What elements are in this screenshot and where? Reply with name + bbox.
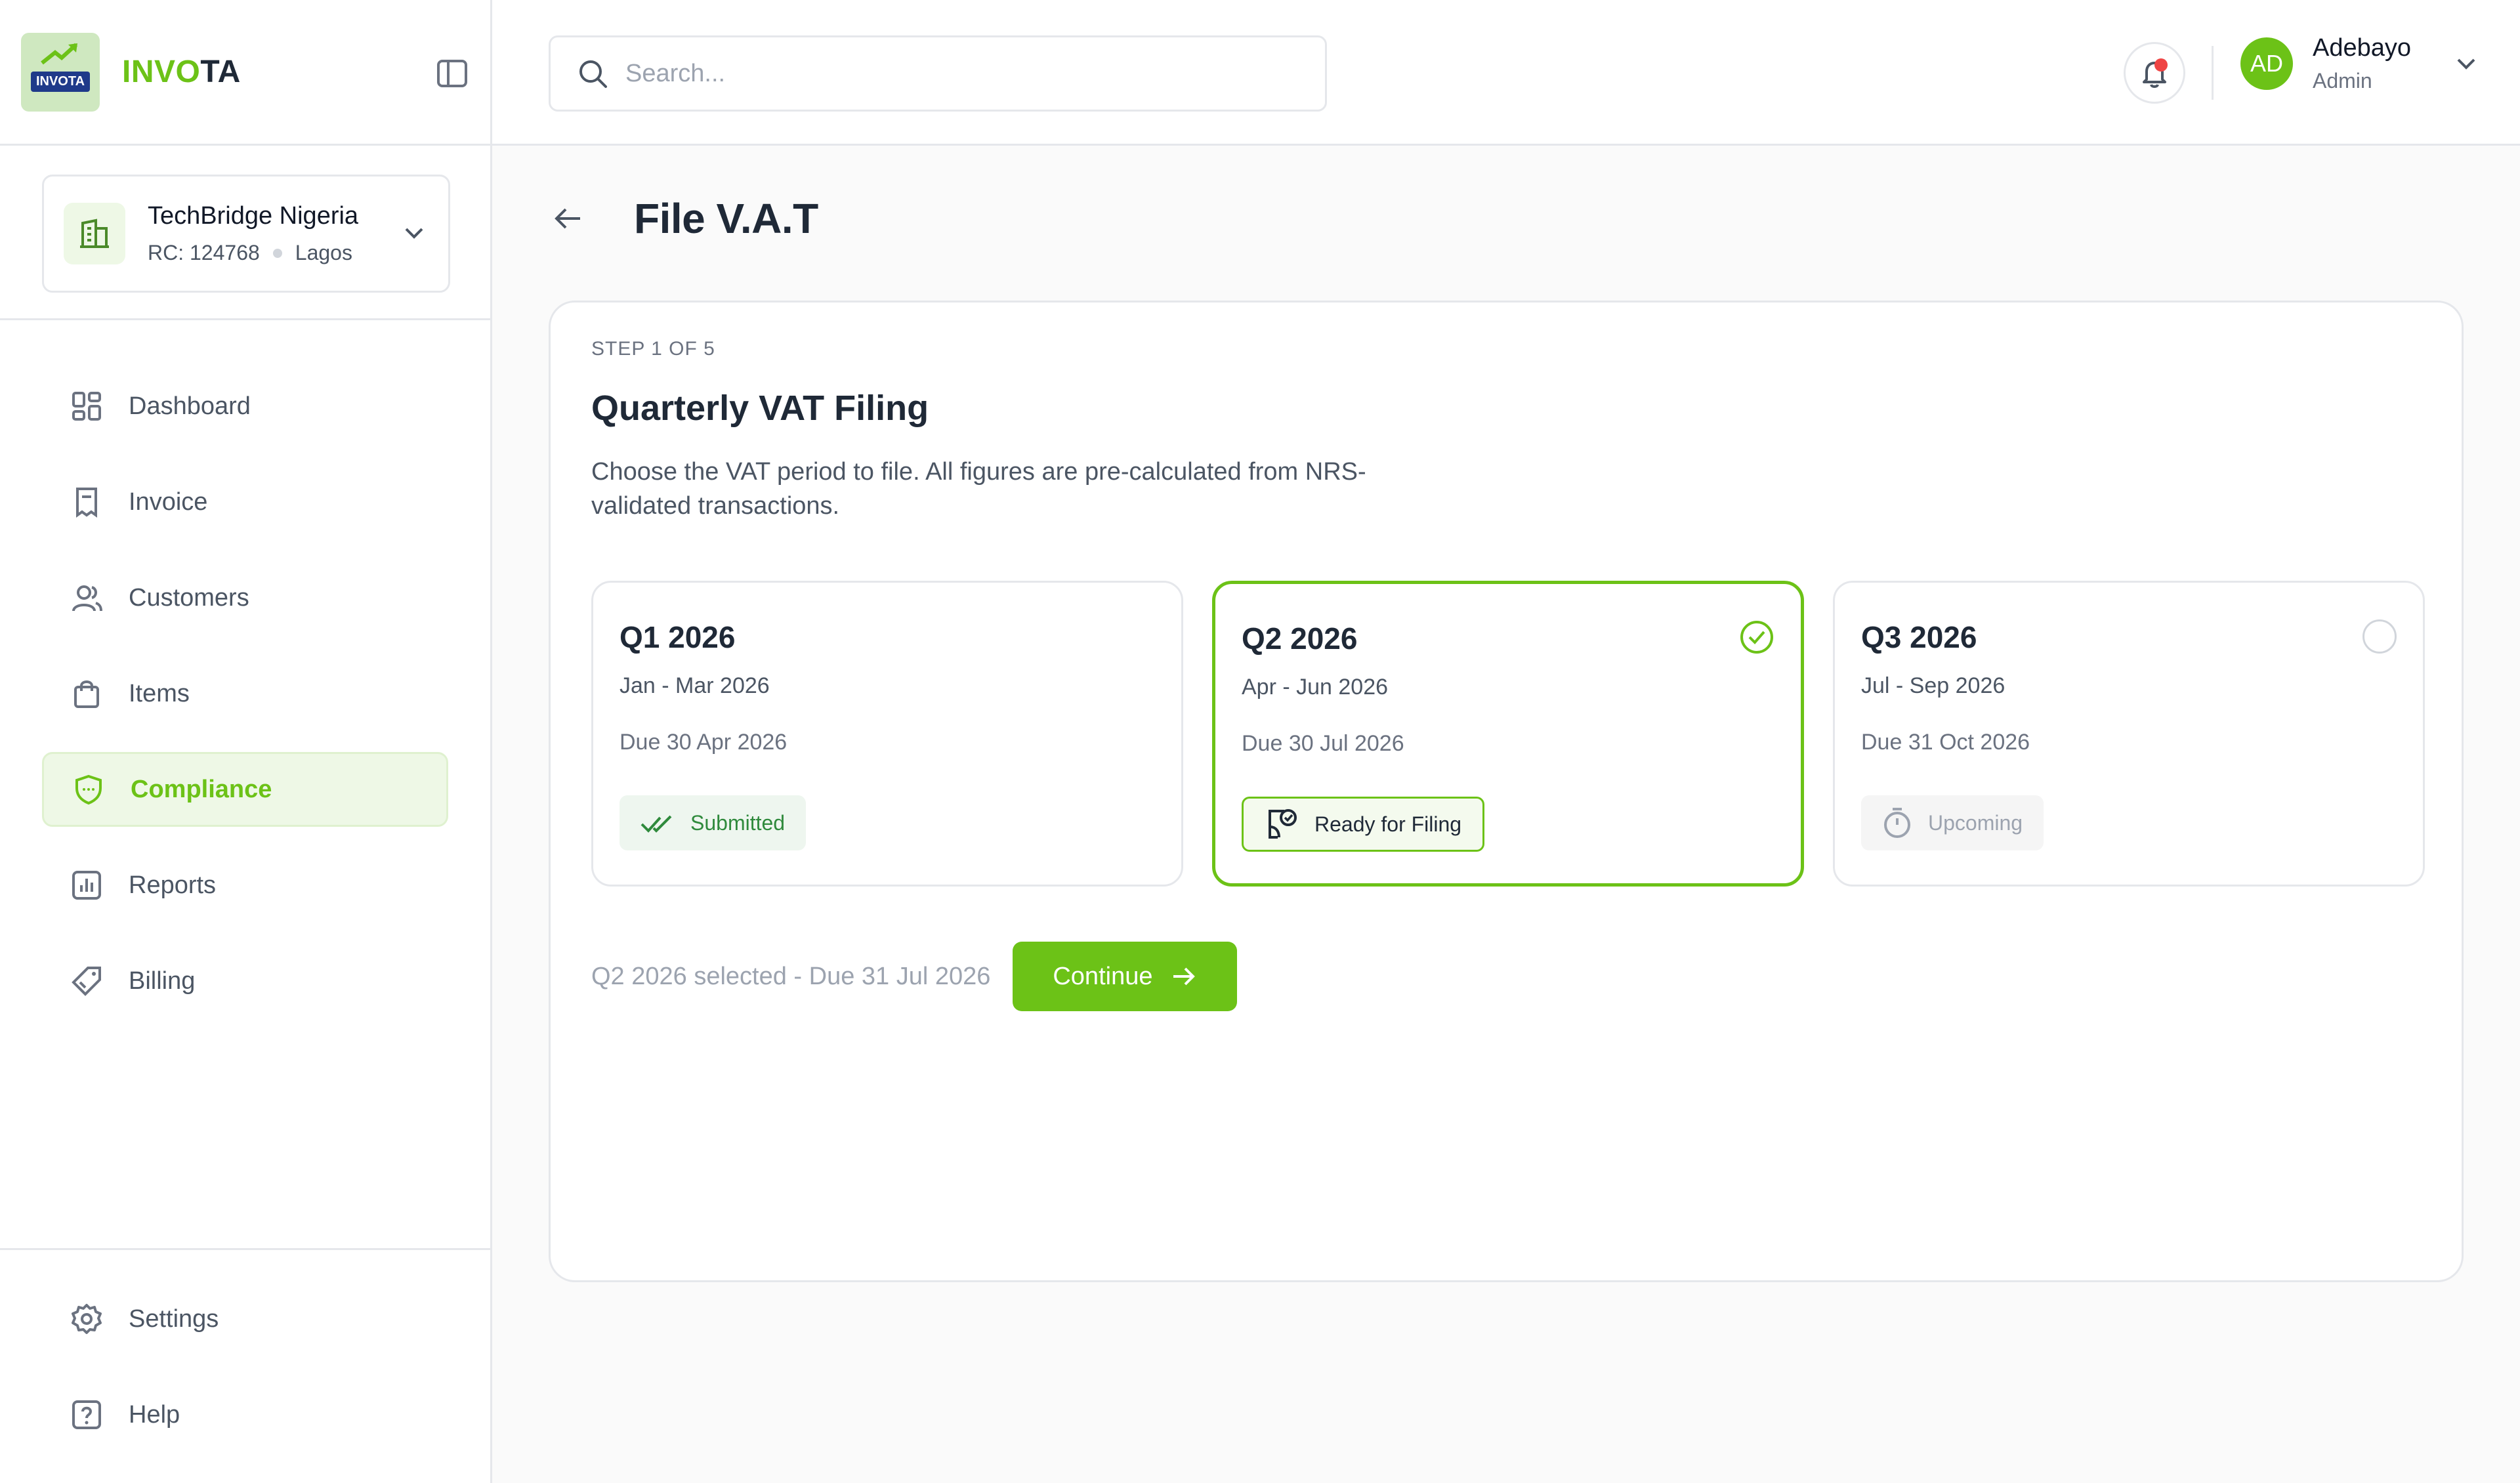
brand-name-part1: INVO <box>122 54 201 89</box>
section-description: Choose the VAT period to file. All figur… <box>591 458 1366 520</box>
period-card-q3[interactable]: Q3 2026 Jul - Sep 2026 Due 31 Oct 2026 U… <box>1833 581 2425 887</box>
period-due: Due 31 Oct 2026 <box>1861 730 2030 755</box>
nav-label: Items <box>129 679 190 707</box>
sidebar-toggle-icon <box>437 60 467 87</box>
brand-name: INVOTA <box>122 54 241 90</box>
period-due: Due 30 Jul 2026 <box>1242 731 1404 756</box>
nav-item-invoice[interactable]: Invoice <box>42 465 448 539</box>
nav-label: Compliance <box>131 775 272 803</box>
radio-unselected[interactable] <box>2362 619 2397 654</box>
period-range: Jan - Mar 2026 <box>620 673 770 698</box>
help-icon <box>70 1398 104 1432</box>
nav-label: Help <box>129 1400 180 1429</box>
period-range: Apr - Jun 2026 <box>1242 675 1389 700</box>
user-name: Adebayo <box>2313 34 2412 62</box>
sidebar: INVOTA INVOTA TechBridge Nigeria RC: 124… <box>0 0 492 1483</box>
users-icon <box>70 581 104 615</box>
nav-item-settings[interactable]: Settings <box>42 1282 448 1356</box>
vat-filing-panel: STEP 1 OF 5 Quarterly VAT Filing Choose … <box>549 301 2464 1282</box>
building-icon <box>64 203 125 264</box>
logo-arrow-icon <box>41 43 78 64</box>
period-title: Q2 2026 <box>1242 621 1358 656</box>
period-title: Q3 2026 <box>1861 620 1977 654</box>
topbar: AD Adebayo Admin <box>492 0 2520 146</box>
org-name: TechBridge Nigeria <box>148 202 359 230</box>
period-due: Due 30 Apr 2026 <box>620 730 788 755</box>
check-circle-icon <box>1740 621 1773 654</box>
receipt-icon <box>70 485 104 519</box>
notification-badge <box>2154 58 2168 72</box>
period-title: Q1 2026 <box>620 620 736 654</box>
chevron-down-icon <box>405 228 423 239</box>
sidebar-bottom-nav: Settings Help <box>0 1248 490 1473</box>
nav-label: Dashboard <box>129 392 251 420</box>
status-badge-submitted: Submitted <box>620 795 807 850</box>
nav-item-compliance[interactable]: Compliance <box>42 752 448 827</box>
bar-chart-icon <box>70 868 104 902</box>
status-label: Upcoming <box>1928 810 2023 835</box>
tag-icon <box>70 964 104 998</box>
org-section: TechBridge Nigeria RC: 124768 Lagos <box>0 146 490 320</box>
notifications-button[interactable] <box>2124 42 2185 104</box>
shopping-bag-icon <box>70 677 104 711</box>
status-label: Ready for Filing <box>1314 812 1462 836</box>
nav-label: Invoice <box>129 488 208 516</box>
main-nav: Dashboard Invoice Customers Items Compli… <box>0 320 490 1018</box>
nav-label: Settings <box>129 1305 219 1333</box>
org-rc: RC: 124768 <box>148 241 260 264</box>
grid-icon <box>70 389 104 423</box>
period-card-q2[interactable]: Q2 2026 Apr - Jun 2026 Due 30 Jul 2026 R… <box>1212 581 1804 887</box>
sidebar-toggle-button[interactable] <box>435 56 469 91</box>
user-menu[interactable]: AD Adebayo Admin <box>2240 34 2479 93</box>
double-check-icon <box>640 815 672 833</box>
brand-logo[interactable]: INVOTA <box>21 32 100 112</box>
shield-icon <box>72 772 106 806</box>
selection-footer: Q2 2026 selected - Due 31 Jul 2026 Conti… <box>591 942 1238 1011</box>
search-box[interactable] <box>549 35 1327 112</box>
step-indicator: STEP 1 OF 5 <box>591 338 715 360</box>
search-input[interactable] <box>625 59 1299 88</box>
user-info: Adebayo Admin <box>2313 34 2411 93</box>
divider <box>2212 46 2214 100</box>
avatar: AD <box>2240 37 2293 90</box>
org-meta: RC: 124768 Lagos <box>148 241 358 265</box>
status-label: Submitted <box>690 810 786 835</box>
continue-button[interactable]: Continue <box>1013 942 1238 1011</box>
org-switcher[interactable]: TechBridge Nigeria RC: 124768 Lagos <box>42 175 450 293</box>
chevron-down-icon <box>2457 58 2475 70</box>
nav-label: Customers <box>129 583 249 612</box>
logo-text: INVOTA <box>30 72 91 92</box>
nav-item-reports[interactable]: Reports <box>42 848 448 923</box>
continue-label: Continue <box>1053 962 1153 990</box>
nav-item-customers[interactable]: Customers <box>42 560 448 635</box>
selection-note: Q2 2026 selected - Due 31 Jul 2026 <box>591 962 991 990</box>
nav-item-billing[interactable]: Billing <box>42 944 448 1018</box>
period-range: Jul - Sep 2026 <box>1861 673 2006 698</box>
nav-item-items[interactable]: Items <box>42 656 448 731</box>
section-title: Quarterly VAT Filing <box>591 388 929 428</box>
file-check-icon <box>1269 809 1297 839</box>
nav-label: Reports <box>129 871 217 899</box>
arrow-right-icon <box>1173 967 1196 986</box>
separator-dot <box>272 248 282 258</box>
nav-label: Billing <box>129 967 196 995</box>
timer-icon <box>1884 808 1910 838</box>
status-badge-ready: Ready for Filing <box>1242 797 1485 852</box>
page-title: File V.A.T <box>634 195 818 242</box>
status-badge-upcoming: Upcoming <box>1861 795 2044 850</box>
back-button[interactable] <box>549 199 588 238</box>
nav-item-help[interactable]: Help <box>42 1377 448 1452</box>
gear-icon <box>70 1302 104 1336</box>
org-location: Lagos <box>295 241 352 264</box>
period-card-q1[interactable]: Q1 2026 Jan - Mar 2026 Due 30 Apr 2026 S… <box>591 581 1183 887</box>
brand-name-part2: TA <box>200 54 241 89</box>
user-role: Admin <box>2313 69 2372 93</box>
org-info: TechBridge Nigeria RC: 124768 Lagos <box>148 202 358 265</box>
nav-item-dashboard[interactable]: Dashboard <box>42 369 448 444</box>
brand-header: INVOTA INVOTA <box>0 0 490 146</box>
arrow-left-icon <box>555 208 580 229</box>
search-icon <box>579 60 607 88</box>
page-header: File V.A.T <box>549 194 818 243</box>
